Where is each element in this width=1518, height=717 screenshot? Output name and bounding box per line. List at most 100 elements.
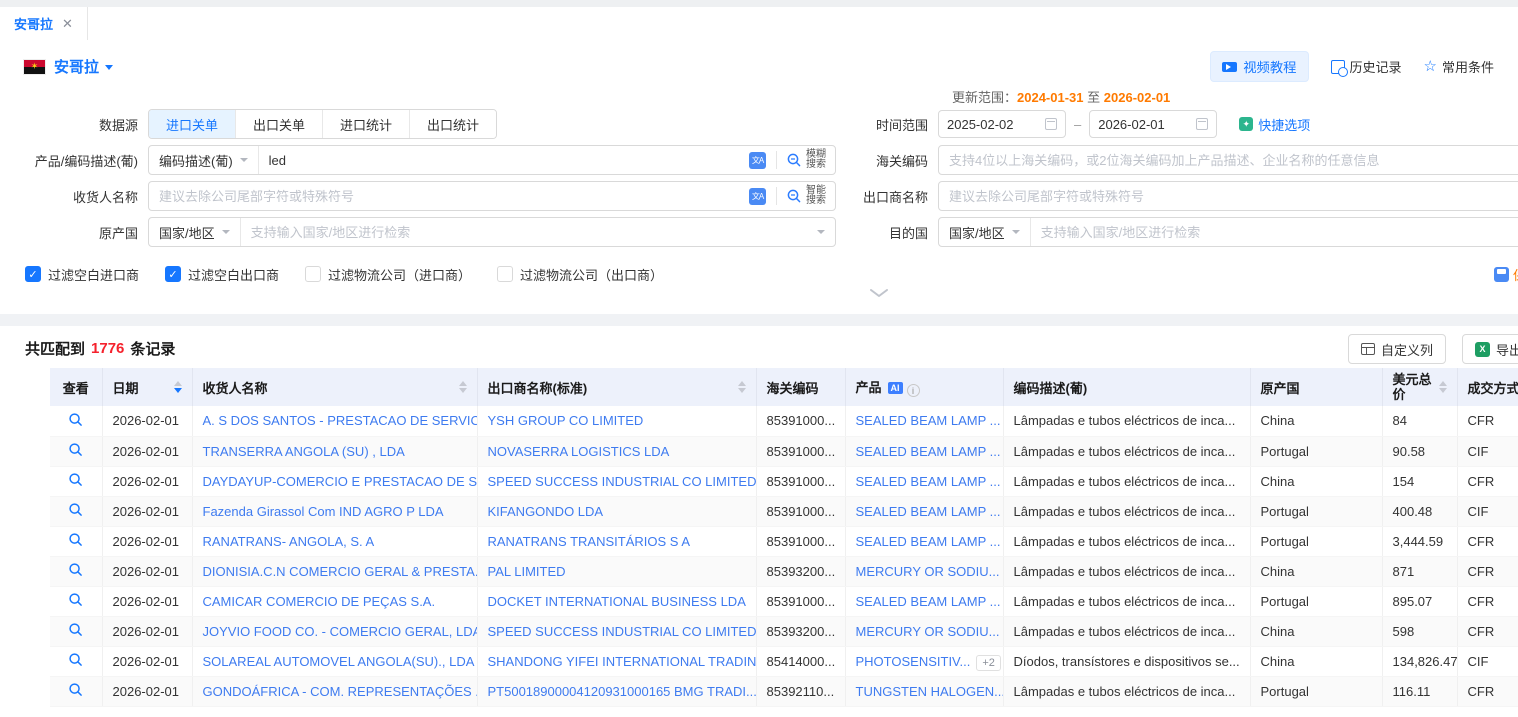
product-link[interactable]: PHOTOSENSITIV... — [856, 654, 971, 669]
col-date[interactable]: 日期 — [102, 368, 192, 406]
translate-icon[interactable] — [749, 188, 766, 205]
origin-mode-select[interactable]: 国家/地区 — [149, 218, 241, 246]
checkbox-icon — [165, 266, 181, 282]
sort-icon[interactable] — [174, 381, 182, 393]
view-detail-icon[interactable] — [68, 412, 83, 427]
product-link[interactable]: SEALED BEAM LAMP ... — [856, 444, 1001, 459]
info-icon[interactable] — [907, 384, 920, 397]
product-label: 产品/编码描述(葡) — [0, 151, 148, 170]
consignee-link[interactable]: TRANSERRA ANGOLA (SU) , LDA — [192, 436, 477, 466]
exporter-link[interactable]: DOCKET INTERNATIONAL BUSINESS LDA — [477, 586, 756, 616]
calendar-icon — [1045, 118, 1057, 130]
table-row: 2026-02-01 Fazenda Girassol Com IND AGRO… — [50, 496, 1518, 526]
product-link[interactable]: SEALED BEAM LAMP ... — [856, 474, 1001, 489]
save-icon — [1494, 267, 1509, 282]
tab-export-declarations[interactable]: 出口关单 — [236, 110, 323, 138]
tab-import-statistics[interactable]: 进口统计 — [323, 110, 410, 138]
sort-icon[interactable] — [738, 381, 746, 393]
tab-export-statistics[interactable]: 出口统计 — [410, 110, 496, 138]
chevron-down-icon[interactable] — [105, 65, 113, 70]
consignee-link[interactable]: RANATRANS- ANGOLA, S. A — [192, 526, 477, 556]
hs-code-cell: 85391000... — [756, 496, 845, 526]
exporter-link[interactable]: KIFANGONDO LDA — [477, 496, 756, 526]
exporter-link[interactable]: SHANDONG YIFEI INTERNATIONAL TRADIN... — [477, 646, 756, 676]
exporter-link[interactable]: PT50018900004120931000165 BMG TRADI... — [477, 676, 756, 706]
consignee-link[interactable]: GONDOÁFRICA - COM. REPRESENTAÇÕES ... — [192, 676, 477, 706]
collapse-chevron-icon[interactable] — [869, 288, 889, 298]
view-detail-icon[interactable] — [68, 502, 83, 517]
product-link[interactable]: SEALED BEAM LAMP ... — [856, 594, 1001, 609]
product-link[interactable]: MERCURY OR SODIU... — [856, 564, 1000, 579]
exporter-link[interactable]: PAL LIMITED — [477, 556, 756, 586]
checkbox-filter-logistics-exporter[interactable]: 过滤物流公司（出口商） — [497, 265, 663, 284]
consignee-link[interactable]: DAYDAYUP-COMERCIO E PRESTACAO DE S... — [192, 466, 477, 496]
video-icon — [1222, 62, 1237, 72]
view-cell — [50, 526, 102, 556]
country-name[interactable]: 安哥拉 — [54, 56, 99, 77]
product-link[interactable]: TUNGSTEN HALOGEN... — [856, 684, 1004, 699]
tab-close-icon[interactable]: ✕ — [62, 17, 73, 30]
view-detail-icon[interactable] — [68, 652, 83, 667]
view-detail-icon[interactable] — [68, 682, 83, 697]
col-consignee[interactable]: 收货人名称 — [192, 368, 477, 406]
tab-angola[interactable]: 安哥拉 ✕ — [0, 7, 88, 40]
checkbox-filter-logistics-importer[interactable]: 过滤物流公司（进口商） — [305, 265, 471, 284]
product-more-badge[interactable]: +2 — [976, 655, 1001, 671]
history-button[interactable]: 历史记录 — [1331, 57, 1402, 76]
origin-country-input[interactable] — [241, 218, 817, 246]
hs-code-cell: 85391000... — [756, 586, 845, 616]
exporter-link[interactable]: SPEED SUCCESS INDUSTRIAL CO LIMITED — [477, 466, 756, 496]
view-detail-icon[interactable] — [68, 532, 83, 547]
consignee-link[interactable]: Fazenda Girassol Com IND AGRO P LDA — [192, 496, 477, 526]
sort-icon[interactable] — [459, 381, 467, 393]
table-row: 2026-02-01 DIONISIA.C.N COMERCIO GERAL &… — [50, 556, 1518, 586]
export-excel-button[interactable]: 导出Exc — [1462, 334, 1518, 364]
consignee-link[interactable]: JOYVIO FOOD CO. - COMERCIO GERAL, LDA — [192, 616, 477, 646]
consignee-link[interactable]: CAMICAR COMERCIO DE PEÇAS S.A. — [192, 586, 477, 616]
hs-code-input[interactable] — [938, 145, 1518, 175]
exporter-link[interactable]: RANATRANS TRANSITÁRIOS S A — [477, 526, 756, 556]
product-link[interactable]: MERCURY OR SODIU... — [856, 624, 1000, 639]
product-link[interactable]: SEALED BEAM LAMP ... — [856, 504, 1001, 519]
favorites-button[interactable]: 常用条件 — [1424, 57, 1494, 76]
product-link[interactable]: SEALED BEAM LAMP ... — [856, 534, 1001, 549]
quick-options-button[interactable]: 快捷选项 — [1239, 115, 1310, 134]
col-usd-total[interactable]: 美元总价 — [1382, 368, 1457, 406]
fuzzy-search-button[interactable]: 模糊 搜索 — [786, 150, 835, 170]
exporter-link[interactable]: YSH GROUP CO LIMITED — [477, 406, 756, 436]
hs-code-cell: 85414000... — [756, 646, 845, 676]
view-detail-icon[interactable] — [68, 472, 83, 487]
checkbox-filter-blank-exporter[interactable]: 过滤空白出口商 — [165, 265, 279, 284]
exporter-input[interactable] — [938, 181, 1518, 211]
translate-icon[interactable] — [749, 152, 766, 169]
view-detail-icon[interactable] — [68, 442, 83, 457]
exporter-link[interactable]: NOVASERRA LOGISTICS LDA — [477, 436, 756, 466]
view-cell — [50, 586, 102, 616]
save-conditions-button[interactable]: 保 — [1494, 265, 1518, 284]
video-tutorial-button[interactable]: 视频教程 — [1210, 51, 1308, 82]
view-detail-icon[interactable] — [68, 622, 83, 637]
exporter-link[interactable]: SPEED SUCCESS INDUSTRIAL CO LIMITED — [477, 616, 756, 646]
consignee-link[interactable]: A. S DOS SANTOS - PRESTACAO DE SERVIC... — [192, 406, 477, 436]
checkbox-filter-blank-importer[interactable]: 过滤空白进口商 — [25, 265, 139, 284]
table-row: 2026-02-01 A. S DOS SANTOS - PRESTACAO D… — [50, 406, 1518, 436]
date-end-input[interactable]: 2026-02-01 — [1089, 110, 1217, 138]
consignee-link[interactable]: DIONISIA.C.N COMERCIO GERAL & PRESTA... — [192, 556, 477, 586]
view-detail-icon[interactable] — [68, 592, 83, 607]
product-mode-select[interactable]: 编码描述(葡) — [149, 146, 259, 174]
date-start-input[interactable]: 2025-02-02 — [938, 110, 1066, 138]
product-search-input[interactable] — [259, 146, 749, 174]
view-detail-icon[interactable] — [68, 562, 83, 577]
col-exporter[interactable]: 出口商名称(标准) — [477, 368, 756, 406]
customize-columns-button[interactable]: 自定义列 — [1348, 334, 1446, 364]
consignee-link[interactable]: SOLAREAL AUTOMOVEL ANGOLA(SU)., LDA — [192, 646, 477, 676]
product-link[interactable]: SEALED BEAM LAMP ... — [856, 413, 1001, 428]
consignee-input[interactable] — [149, 182, 749, 210]
table-row: 2026-02-01 CAMICAR COMERCIO DE PEÇAS S.A… — [50, 586, 1518, 616]
description-cell: Lâmpadas e tubos eléctricos de inca... — [1003, 436, 1250, 466]
tab-import-declarations[interactable]: 进口关单 — [149, 110, 236, 138]
sort-icon[interactable] — [1439, 381, 1447, 393]
smart-search-button[interactable]: 智能 搜索 — [786, 186, 835, 206]
destination-mode-select[interactable]: 国家/地区 — [939, 218, 1031, 246]
destination-country-input[interactable] — [1031, 218, 1518, 246]
